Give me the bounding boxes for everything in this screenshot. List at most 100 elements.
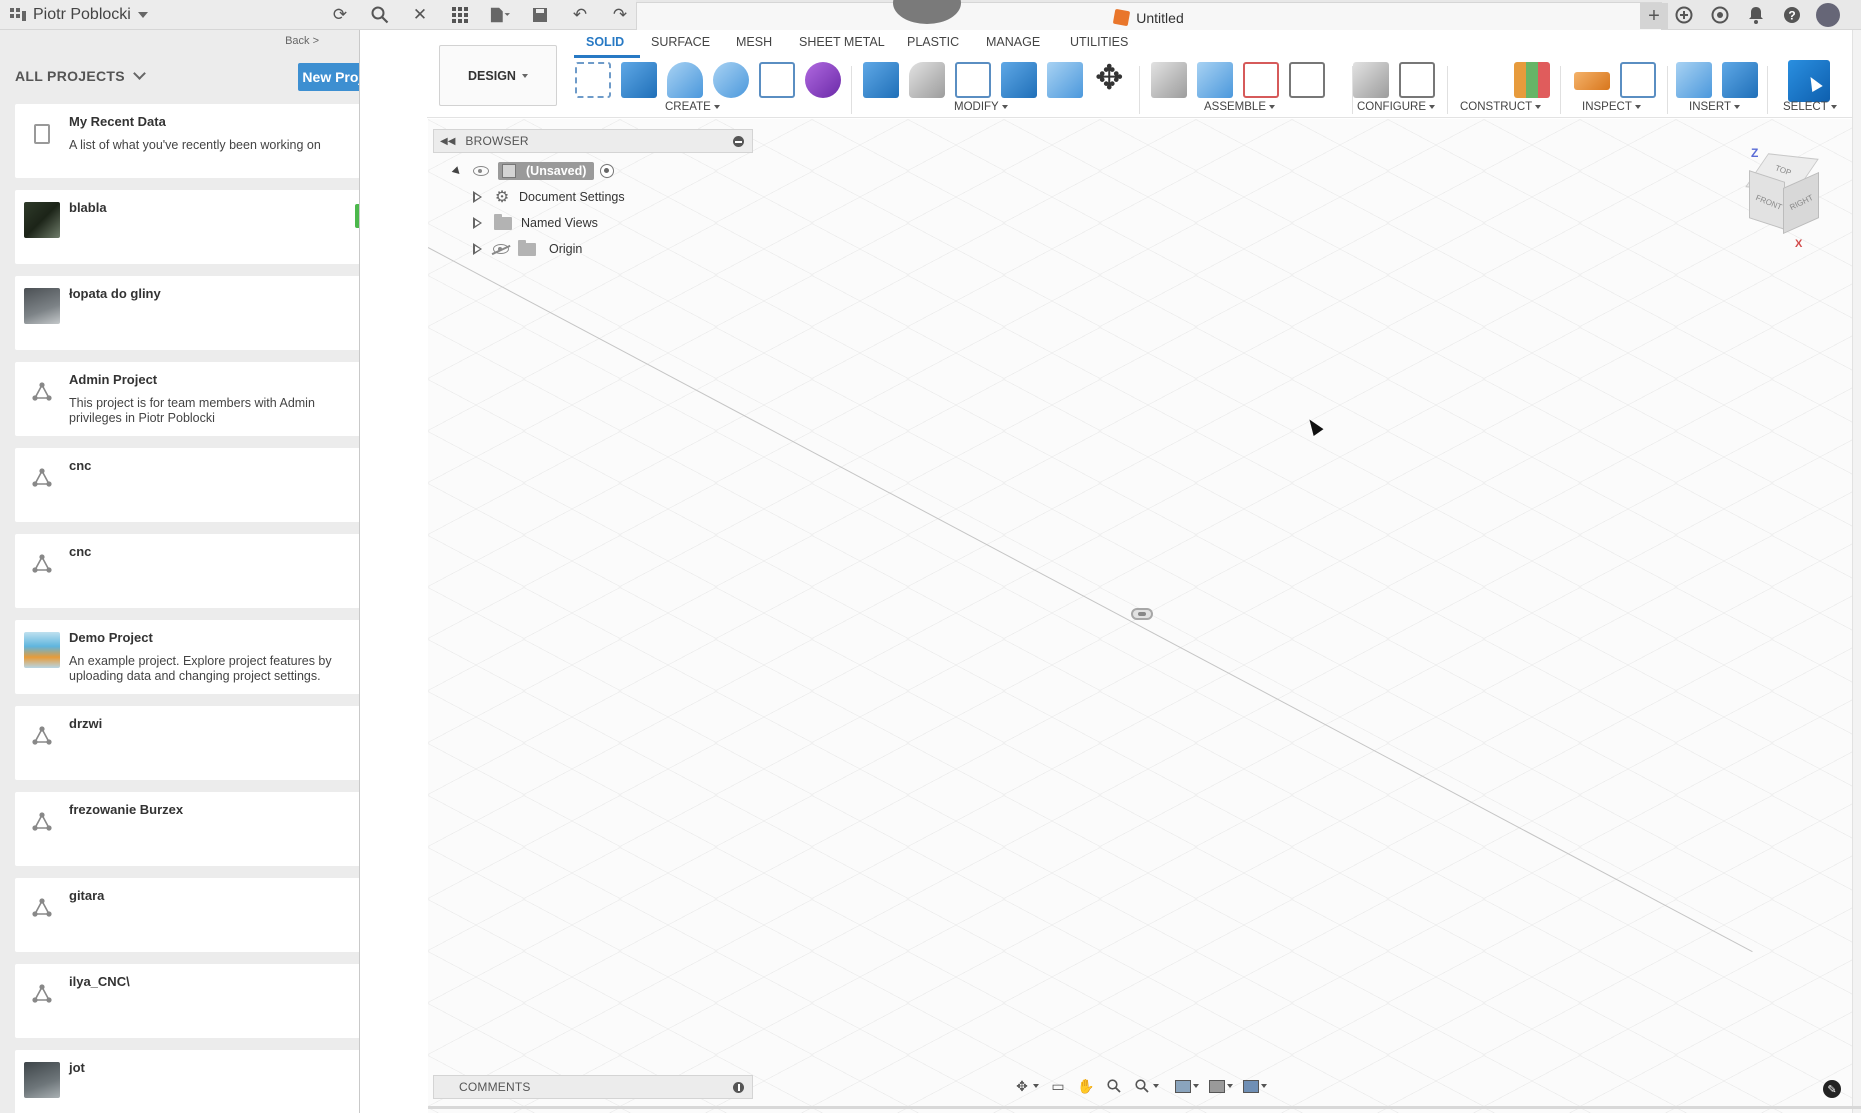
caret-down-icon[interactable] <box>1153 1084 1159 1088</box>
project-card[interactable]: Demo Project An example project. Explore … <box>15 620 359 694</box>
add-tab-icon[interactable]: + <box>1640 3 1668 29</box>
scrollbar[interactable] <box>1852 30 1861 1113</box>
all-projects-dropdown[interactable]: ALL PROJECTS <box>15 67 146 84</box>
configure-icon[interactable] <box>1353 62 1389 98</box>
pan-hand-icon[interactable]: ✋ <box>1077 1077 1095 1095</box>
project-card[interactable]: cnc <box>15 534 359 608</box>
extensions-icon[interactable] <box>1672 3 1696 27</box>
look-at-icon[interactable]: ▭ <box>1049 1077 1067 1095</box>
project-card[interactable]: gitara <box>15 878 359 952</box>
joint-icon[interactable] <box>1151 62 1187 98</box>
modify-menu[interactable]: MODIFY <box>954 101 1008 113</box>
bill-of-materials-icon[interactable] <box>1289 62 1325 98</box>
tab-surface[interactable]: SURFACE <box>651 35 710 49</box>
revolve-icon[interactable] <box>667 62 703 98</box>
file-icon[interactable] <box>490 5 510 25</box>
new-component-icon[interactable] <box>1197 62 1233 98</box>
project-card[interactable]: cnc <box>15 448 359 522</box>
collapse-panel-icon[interactable]: ◀◀ <box>440 136 455 147</box>
select-menu[interactable]: SELECT <box>1783 101 1837 113</box>
measure-icon[interactable] <box>1574 72 1610 90</box>
browser-root-row[interactable]: (Unsaved) <box>451 160 615 182</box>
create-menu[interactable]: CREATE <box>665 101 720 113</box>
new-project-button[interactable]: New Project <box>298 63 359 91</box>
insert-menu[interactable]: INSERT <box>1689 101 1740 113</box>
tab-solid[interactable]: SOLID <box>586 35 624 49</box>
project-card[interactable]: Admin Project This project is for team me… <box>15 362 359 436</box>
refresh-icon[interactable]: ⟳ <box>330 5 350 25</box>
create-sketch-icon[interactable] <box>575 62 611 98</box>
close-icon[interactable]: ✕ <box>410 5 430 25</box>
project-card[interactable]: My Recent Data A list of what you've rece… <box>15 104 359 178</box>
as-built-joint-icon[interactable] <box>1243 62 1279 98</box>
press-pull-icon[interactable] <box>863 62 899 98</box>
fit-icon[interactable] <box>1133 1077 1151 1095</box>
star-icon[interactable]: ★ <box>355 204 359 228</box>
caret-down-icon[interactable] <box>1261 1084 1267 1088</box>
expand-icon[interactable] <box>733 1082 744 1093</box>
caret-down-icon[interactable] <box>1033 1084 1039 1088</box>
fillet-icon[interactable] <box>909 62 945 98</box>
section-analysis-icon[interactable] <box>1620 62 1656 98</box>
apps-grid-icon[interactable] <box>450 5 470 25</box>
select-icon[interactable] <box>1788 60 1830 102</box>
caret-down-icon[interactable] <box>1193 1084 1199 1088</box>
undo-icon[interactable]: ↶ <box>570 5 590 25</box>
construct-menu[interactable]: CONSTRUCT <box>1460 101 1542 113</box>
configure-menu[interactable]: CONFIGURE <box>1357 101 1435 113</box>
extrude-icon[interactable] <box>621 62 657 98</box>
document-tab[interactable]: Untitled ✕ <box>636 2 1662 32</box>
back-link[interactable]: Back > <box>285 35 319 47</box>
insert-derive-icon[interactable] <box>1676 62 1712 98</box>
tab-utilities[interactable]: UTILITIES <box>1070 35 1128 49</box>
collapsed-arrow-icon[interactable] <box>473 191 483 203</box>
browser-item-origin[interactable]: Origin <box>473 238 582 260</box>
hole-icon[interactable] <box>713 62 749 98</box>
project-card[interactable]: łopata do gliny <box>15 276 359 350</box>
shell-icon[interactable] <box>955 62 991 98</box>
job-status-icon[interactable] <box>1708 3 1732 27</box>
expanded-arrow-icon[interactable] <box>451 165 463 177</box>
insert-canvas-icon[interactable] <box>1722 62 1758 98</box>
pen-icon[interactable]: ✎ <box>1823 1080 1841 1098</box>
orbit-icon[interactable]: ✥ <box>1013 1077 1031 1095</box>
move-icon[interactable] <box>1093 58 1129 98</box>
visibility-eye-icon[interactable] <box>473 166 489 176</box>
inspect-menu[interactable]: INSPECT <box>1582 101 1641 113</box>
activate-radio-icon[interactable] <box>600 164 615 178</box>
view-cube[interactable]: Z TOP FRONT RIGHT X <box>1745 146 1827 250</box>
form-icon[interactable] <box>805 62 841 98</box>
collapsed-arrow-icon[interactable] <box>473 217 483 229</box>
browser-item-named-views[interactable]: Named Views <box>473 212 598 234</box>
notifications-icon[interactable] <box>1744 3 1768 27</box>
hidden-eye-icon[interactable] <box>493 244 509 254</box>
assemble-menu[interactable]: ASSEMBLE <box>1204 101 1275 113</box>
root-component[interactable]: (Unsaved) <box>498 162 595 180</box>
save-icon[interactable] <box>530 5 550 25</box>
caret-down-icon[interactable] <box>1227 1084 1233 1088</box>
project-card[interactable]: frezowanie Burzex <box>15 792 359 866</box>
project-card[interactable]: blabla ★ <box>15 190 359 264</box>
user-menu[interactable]: Piotr Poblocki <box>0 0 148 29</box>
pattern-icon[interactable] <box>759 62 795 98</box>
viewports-icon[interactable] <box>1243 1079 1259 1093</box>
grid-settings-icon[interactable] <box>1209 1079 1225 1093</box>
project-card[interactable]: ilya_CNC\ <box>15 964 359 1038</box>
browser-item-document-settings[interactable]: ⚙ Document Settings <box>473 186 625 208</box>
tab-mesh[interactable]: MESH <box>736 35 772 49</box>
tab-manage[interactable]: MANAGE <box>986 35 1040 49</box>
help-icon[interactable]: ? <box>1780 3 1804 27</box>
collapsed-arrow-icon[interactable] <box>473 243 483 255</box>
browser-panel-header[interactable]: ◀◀ BROWSER <box>433 129 753 153</box>
project-card[interactable]: jot <box>15 1050 359 1113</box>
display-settings-icon[interactable] <box>1175 1079 1191 1093</box>
offset-face-icon[interactable] <box>1047 62 1083 98</box>
minimize-icon[interactable] <box>733 136 744 147</box>
tab-sheet-metal[interactable]: SHEET METAL <box>799 35 885 49</box>
project-card[interactable]: drzwi <box>15 706 359 780</box>
workspace-switcher[interactable]: DESIGN <box>439 45 557 106</box>
configuration-table-icon[interactable] <box>1399 62 1435 98</box>
zoom-icon[interactable] <box>1105 1077 1123 1095</box>
construct-plane-icon[interactable] <box>1514 62 1550 98</box>
comments-panel[interactable]: COMMENTS <box>433 1075 753 1099</box>
